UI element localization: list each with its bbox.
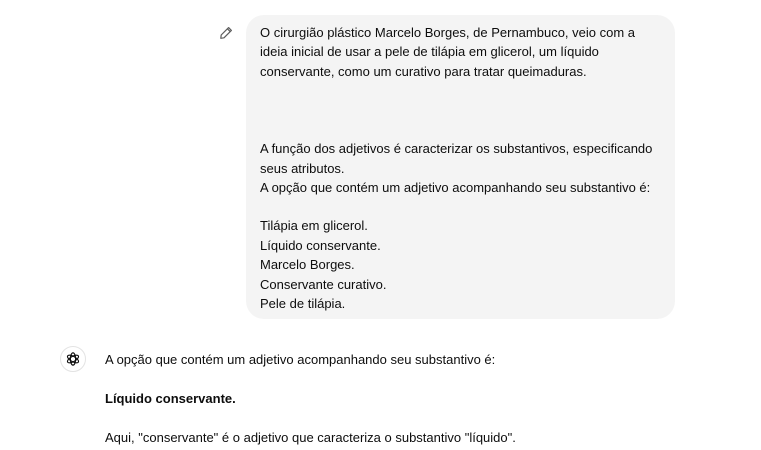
option-item: Pele de tilápia. [260, 296, 346, 312]
assistant-intro: A opção que contém um adjetivo acompanha… [105, 352, 496, 367]
edit-message-button[interactable] [219, 26, 233, 40]
option-item: Líquido conservante. [260, 237, 381, 253]
chat-conversation: O cirurgião plástico Marcelo Borges, de … [0, 0, 761, 450]
user-message-bubble: O cirurgião plástico Marcelo Borges, de … [246, 15, 675, 319]
user-message-question: A função dos adjetivos é caracterizar os… [260, 141, 653, 196]
assistant-message-content: A opção que contém um adjetivo acompanha… [105, 350, 725, 450]
assistant-explanation: Aqui, "conservante" é o adjetivo que car… [105, 430, 516, 445]
user-message-paragraph: O cirurgião plástico Marcelo Borges, de … [260, 25, 636, 79]
option-item: Tilápia em glicerol. [260, 218, 368, 234]
assistant-avatar [60, 346, 86, 372]
openai-logo-icon [66, 352, 80, 366]
assistant-answer: Líquido conservante. [105, 391, 236, 406]
option-item: Conservante curativo. [260, 276, 387, 292]
pencil-icon [220, 27, 232, 39]
option-item: Marcelo Borges. [260, 257, 355, 273]
